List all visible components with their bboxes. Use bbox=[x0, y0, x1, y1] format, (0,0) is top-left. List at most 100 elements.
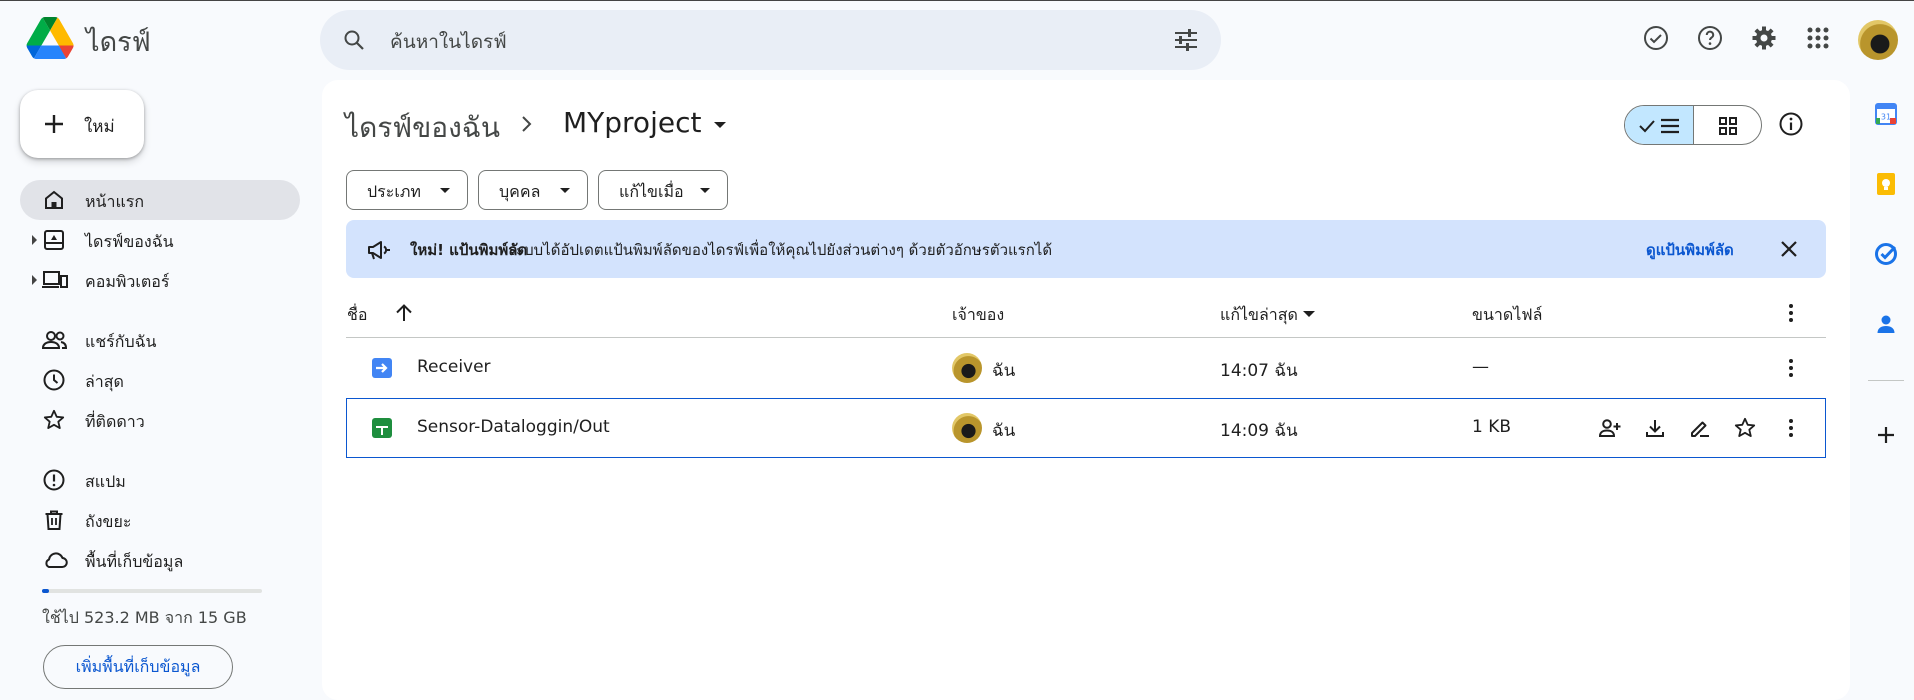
sidebar-item-label: ไดรฟ์ของฉัน bbox=[85, 232, 174, 251]
shortcut-file-icon bbox=[372, 358, 392, 378]
add-addon-plus-icon[interactable] bbox=[1874, 423, 1898, 447]
close-icon[interactable] bbox=[1780, 240, 1798, 258]
svg-text:31: 31 bbox=[1881, 113, 1891, 122]
file-owner: ฉัน bbox=[992, 361, 1016, 381]
my-drive-icon bbox=[42, 228, 66, 252]
contacts-icon[interactable] bbox=[1874, 312, 1898, 336]
file-modified: 14:07 ฉัน bbox=[1220, 361, 1298, 381]
file-owner: ฉัน bbox=[992, 421, 1016, 441]
dropdown-arrow-icon bbox=[700, 188, 710, 193]
table-row[interactable]: Receiver ฉัน 14:07 ฉัน — bbox=[346, 338, 1826, 398]
sidebar-item-label: หน้าแรก bbox=[85, 192, 145, 211]
sidebar-item-my-drive[interactable]: ไดรฟ์ของฉัน bbox=[20, 220, 300, 260]
storage-usage-bar bbox=[42, 589, 262, 593]
breadcrumb-parent[interactable]: ไดรฟ์ของฉัน bbox=[345, 106, 500, 150]
sidebar-item-recent[interactable]: ล่าสุด bbox=[20, 360, 300, 400]
download-icon[interactable] bbox=[1643, 416, 1667, 440]
sidebar-item-shared-with-me[interactable]: แชร์กับฉัน bbox=[20, 320, 300, 360]
star-icon[interactable] bbox=[1733, 416, 1757, 440]
sidebar-item-label: คอมพิวเตอร์ bbox=[85, 272, 170, 291]
people-icon bbox=[42, 328, 68, 352]
share-person-add-icon[interactable] bbox=[1598, 416, 1622, 440]
sidebar-item-starred[interactable]: ที่ติดดาว bbox=[20, 400, 300, 440]
keep-notes-icon[interactable] bbox=[1874, 172, 1898, 196]
storage-usage-fill bbox=[42, 589, 50, 593]
column-header-modified[interactable]: แก้ไขล่าสุด bbox=[1220, 303, 1298, 328]
sidebar-item-label: ที่ติดดาว bbox=[85, 412, 145, 431]
new-button[interactable]: ใหม่ bbox=[20, 90, 144, 158]
column-header-name[interactable]: ชื่อ bbox=[347, 303, 367, 328]
drive-logo-icon[interactable] bbox=[26, 17, 74, 59]
sidebar-item-home[interactable]: หน้าแรก bbox=[20, 180, 300, 220]
more-vert-icon[interactable] bbox=[1780, 302, 1802, 324]
expand-arrow-icon[interactable] bbox=[32, 235, 37, 245]
filter-label: ประเภท bbox=[367, 182, 421, 201]
sidebar-item-computers[interactable]: คอมพิวเตอร์ bbox=[20, 260, 300, 300]
folder-menu-arrow-icon[interactable] bbox=[714, 122, 726, 128]
filter-type-chip[interactable]: ประเภท bbox=[346, 170, 468, 210]
owner-avatar bbox=[952, 353, 982, 383]
search-options-icon[interactable] bbox=[1173, 28, 1199, 52]
plus-icon bbox=[42, 112, 66, 136]
computer-icon bbox=[42, 268, 68, 292]
help-icon[interactable] bbox=[1694, 22, 1726, 54]
table-row[interactable]: Sensor-Dataloggin/Out ฉัน 14:09 ฉัน 1 KB bbox=[346, 398, 1826, 458]
trash-icon bbox=[42, 508, 66, 532]
search-bar[interactable]: ค้นหาในไดรฟ์ bbox=[320, 10, 1221, 70]
app-title[interactable]: ไดรฟ์ bbox=[86, 20, 151, 63]
sidebar-item-label: สแปม bbox=[85, 472, 126, 491]
shortcuts-announcement-banner: ใหม่! แป้นพิมพ์ลัด ระบบได้อัปเดตแป้นพิมพ… bbox=[346, 220, 1826, 278]
list-view-button[interactable] bbox=[1625, 106, 1694, 144]
sidebar-item-label: ล่าสุด bbox=[85, 372, 124, 391]
file-modified: 14:09 ฉัน bbox=[1220, 421, 1298, 441]
tasks-icon[interactable] bbox=[1874, 242, 1898, 266]
offline-ready-icon[interactable] bbox=[1640, 22, 1672, 54]
filter-label: บุคคล bbox=[499, 182, 541, 201]
storage-usage-text: ใช้ไป 523.2 MB จาก 15 GB bbox=[42, 608, 247, 627]
new-button-label: ใหม่ bbox=[84, 117, 115, 137]
rename-pencil-icon[interactable] bbox=[1688, 416, 1712, 440]
clock-icon bbox=[42, 368, 66, 392]
grid-view-button[interactable] bbox=[1694, 106, 1761, 144]
sidebar-item-trash[interactable]: ถังขยะ bbox=[20, 500, 300, 540]
owner-avatar bbox=[952, 413, 982, 443]
cloud-icon bbox=[42, 548, 68, 572]
file-size: — bbox=[1472, 357, 1489, 377]
search-input[interactable]: ค้นหาในไดรฟ์ bbox=[390, 27, 507, 57]
more-vert-icon[interactable] bbox=[1779, 416, 1803, 440]
search-icon[interactable] bbox=[342, 28, 366, 52]
banner-message: ระบบได้อัปเดตแป้นพิมพ์ลัดของไดรฟ์เพื่อให… bbox=[508, 241, 1053, 259]
more-vert-icon[interactable] bbox=[1779, 356, 1803, 380]
file-name[interactable]: Sensor-Dataloggin/Out bbox=[417, 417, 610, 437]
filter-people-chip[interactable]: บุคคล bbox=[478, 170, 588, 210]
sort-dropdown-icon[interactable] bbox=[1303, 311, 1315, 317]
star-icon bbox=[42, 408, 66, 432]
sidebar-item-storage[interactable]: พื้นที่เก็บข้อมูล bbox=[20, 540, 300, 580]
view-shortcuts-link[interactable]: ดูแป้นพิมพ์ลัด bbox=[1646, 238, 1734, 262]
top-border bbox=[0, 0, 1914, 1]
sort-arrow-up-icon[interactable] bbox=[393, 302, 415, 324]
filter-modified-chip[interactable]: แก้ไขเมื่อ bbox=[598, 170, 728, 210]
expand-arrow-icon[interactable] bbox=[32, 275, 37, 285]
column-header-owner[interactable]: เจ้าของ bbox=[952, 303, 1004, 328]
sidebar-item-label: พื้นที่เก็บข้อมูล bbox=[85, 552, 184, 571]
spam-icon bbox=[42, 468, 66, 492]
column-header-size[interactable]: ขนาดไฟล์ bbox=[1472, 303, 1542, 328]
chevron-right-icon bbox=[520, 112, 534, 136]
home-icon bbox=[42, 188, 66, 212]
dropdown-arrow-icon bbox=[440, 188, 450, 193]
get-more-storage-button[interactable]: เพิ่มพื้นที่เก็บข้อมูล bbox=[43, 645, 233, 689]
info-icon[interactable] bbox=[1778, 111, 1804, 137]
calendar-icon[interactable]: 31 bbox=[1874, 102, 1898, 126]
sidebar-item-spam[interactable]: สแปม bbox=[20, 460, 300, 500]
file-name[interactable]: Receiver bbox=[417, 357, 491, 377]
sidebar-item-label: ถังขยะ bbox=[85, 512, 132, 531]
breadcrumb-current[interactable]: MYproject bbox=[563, 106, 701, 139]
settings-gear-icon[interactable] bbox=[1748, 22, 1780, 54]
file-size: 1 KB bbox=[1472, 417, 1512, 437]
megaphone-icon bbox=[366, 239, 390, 261]
account-avatar[interactable] bbox=[1858, 20, 1898, 60]
filter-label: แก้ไขเมื่อ bbox=[619, 182, 684, 201]
google-apps-icon[interactable] bbox=[1802, 22, 1834, 54]
sidebar-item-label: แชร์กับฉัน bbox=[85, 332, 157, 351]
